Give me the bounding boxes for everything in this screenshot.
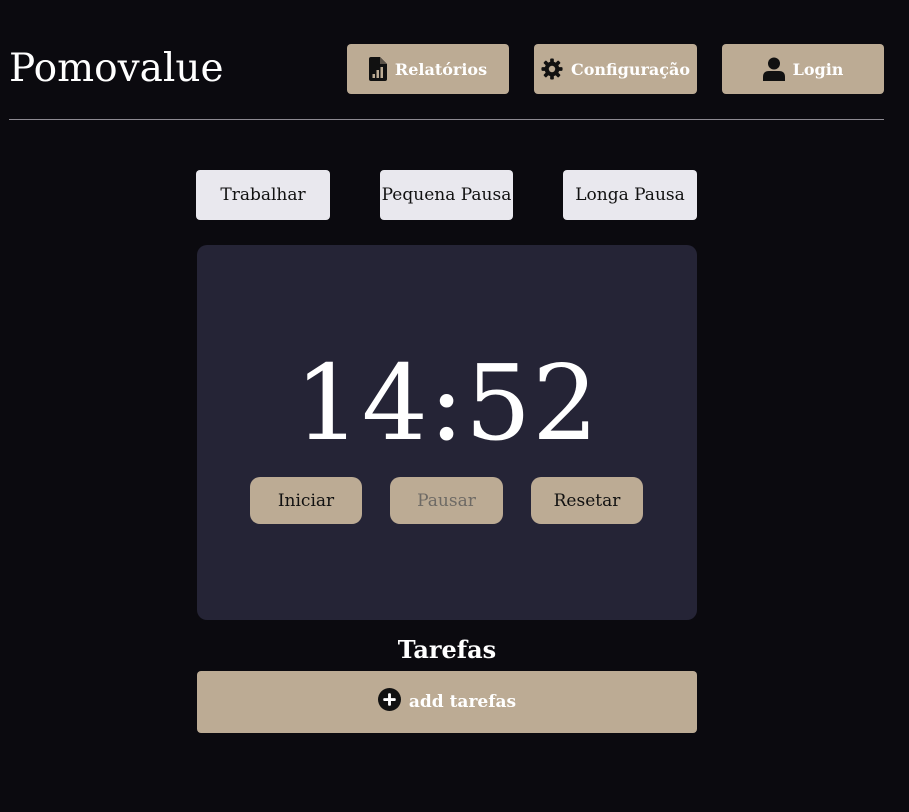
settings-button[interactable]: Configuração (534, 44, 697, 94)
pause-label: Pausar (417, 490, 476, 511)
add-tasks-button[interactable]: add tarefas (197, 671, 697, 733)
app-title: Pomovalue (9, 46, 224, 91)
gear-icon (541, 58, 563, 80)
user-icon (762, 57, 785, 81)
reports-button[interactable]: Relatórios (347, 44, 509, 94)
tasks-title: Tarefas (397, 635, 497, 664)
file-chart-icon (368, 57, 387, 81)
work-mode-button[interactable]: Trabalhar (196, 170, 330, 220)
login-button[interactable]: Login (722, 44, 884, 94)
reset-label: Resetar (553, 490, 621, 511)
header-divider (9, 119, 884, 120)
start-button[interactable]: Iniciar (250, 477, 362, 524)
long-break-label: Longa Pausa (575, 185, 685, 205)
short-break-label: Pequena Pausa (381, 185, 512, 205)
settings-label: Configuração (570, 59, 691, 79)
login-label: Login (792, 59, 844, 79)
short-break-button[interactable]: Pequena Pausa (380, 170, 513, 220)
start-label: Iniciar (277, 490, 335, 511)
work-mode-label: Trabalhar (220, 185, 306, 205)
pause-button[interactable]: Pausar (390, 477, 503, 524)
timer-card: 14:52 Iniciar Pausar Resetar (197, 245, 697, 620)
long-break-button[interactable]: Longa Pausa (563, 170, 697, 220)
timer-display: 14:52 (294, 342, 600, 464)
reports-label: Relatórios (394, 59, 488, 79)
add-tasks-label: add tarefas (408, 692, 517, 712)
reset-button[interactable]: Resetar (531, 477, 643, 524)
plus-circle-icon (377, 688, 401, 716)
